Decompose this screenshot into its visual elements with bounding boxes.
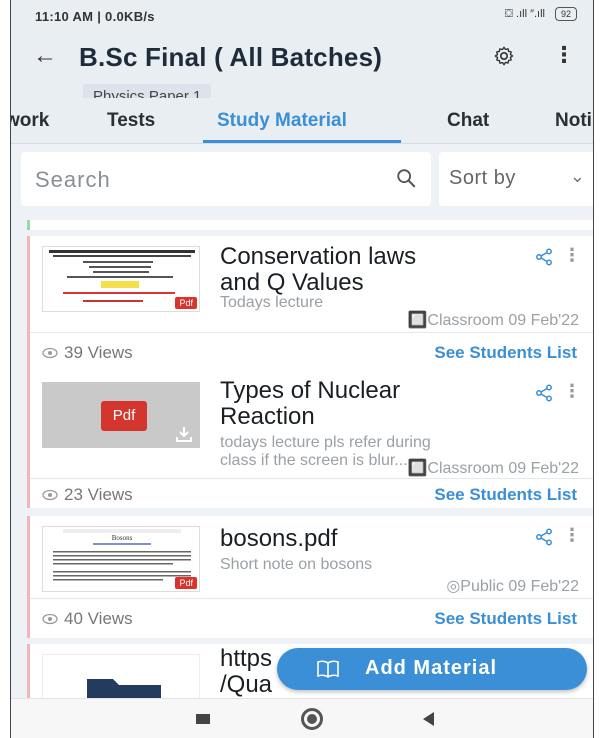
eye-icon (42, 613, 58, 625)
chevron-down-icon: ⌄ (569, 166, 585, 186)
material-list: Pdf Conservation laws and Q Values Today… (11, 220, 593, 714)
material-title-line2[interactable]: and Q Values (220, 270, 364, 296)
add-material-button[interactable]: Add Material (277, 648, 587, 690)
material-title[interactable]: Types of Nuclear (220, 378, 400, 404)
views-label: 39 Views (64, 343, 133, 362)
thumb-heading: Bosons (112, 534, 133, 542)
signal-icon: ⛋ .ıll ″.ıll (504, 7, 545, 20)
add-material-label: Add Material (365, 657, 498, 679)
search-placeholder: Search (35, 167, 111, 192)
share-icon[interactable] (535, 528, 553, 546)
battery-icon: 92 (554, 7, 577, 21)
material-description: Short note on bosons (220, 556, 373, 573)
eye-icon (42, 489, 58, 501)
material-title[interactable]: bosons.pdf (220, 526, 337, 552)
more-options-icon[interactable]: ⋮ (563, 526, 581, 544)
pdf-badge: Pdf (101, 401, 147, 431)
tab-tests[interactable]: Tests (107, 110, 155, 132)
material-description: Todays lecture (220, 294, 324, 311)
see-students-list-link[interactable]: See Students List (434, 609, 577, 629)
download-icon (176, 427, 192, 442)
system-nav-bar (11, 698, 593, 738)
card-footer: 23 Views See Students List (30, 478, 593, 508)
tab-work[interactable]: work (11, 110, 49, 132)
see-students-list-link[interactable]: See Students List (434, 343, 577, 363)
search-row: Search Sort by ⌄ (11, 144, 593, 220)
material-card[interactable]: Pdf Types of Nuclear Reaction todays lec… (27, 372, 593, 508)
material-title-line2[interactable]: Reaction (220, 404, 315, 430)
material-title-line2[interactable]: /Qua (220, 672, 272, 698)
more-options-icon[interactable]: ⋮ (563, 246, 581, 264)
pdf-badge: Pdf (175, 577, 197, 589)
status-time: 11:10 AM | 0.0KB/s (35, 9, 155, 24)
sort-dropdown[interactable]: Sort by ⌄ (439, 152, 593, 206)
status-bar: 11:10 AM | 0.0KB/s ⛋ .ıll ″.ıll 92 (11, 0, 593, 28)
view-count: 39 Views (42, 343, 133, 363)
view-count: 40 Views (42, 609, 133, 629)
pdf-badge: Pdf (175, 297, 197, 309)
back-arrow-icon[interactable]: ← (33, 44, 57, 68)
back-triangle-icon[interactable] (423, 712, 434, 726)
material-meta: 🔲Classroom 09 Feb'22 (407, 460, 580, 477)
material-meta: ◎Public 09 Feb'22 (446, 578, 579, 595)
tab-chat[interactable]: Chat (447, 110, 489, 132)
material-title[interactable]: Conservation laws (220, 244, 416, 270)
status-indicators: ⛋ .ıll ″.ıll 92 (505, 7, 577, 21)
share-icon[interactable] (535, 384, 553, 402)
recent-apps-icon[interactable] (196, 714, 210, 724)
gear-icon[interactable] (493, 45, 515, 67)
active-tab-indicator (203, 140, 401, 143)
eye-icon (42, 347, 58, 359)
search-input[interactable]: Search (21, 152, 431, 206)
tab-bar: work Tests Study Material Chat Noti (11, 98, 593, 144)
views-label: 40 Views (64, 609, 133, 628)
more-options-icon[interactable]: ⋮ (563, 382, 581, 400)
card-footer: 39 Views See Students List (30, 332, 593, 372)
material-description-line2: class if the screen is blur.... (220, 452, 413, 469)
list-item-partial (27, 220, 593, 230)
overflow-menu-icon[interactable]: ⋮ (553, 44, 575, 66)
search-icon[interactable] (395, 167, 417, 189)
material-description: todays lecture pls refer during (220, 434, 431, 451)
material-card[interactable]: Bosons Pdf bosons.pdf Short note on boso… (27, 516, 593, 638)
tab-study-material[interactable]: Study Material (217, 110, 347, 132)
see-students-list-link[interactable]: See Students List (434, 485, 577, 505)
home-icon[interactable] (301, 708, 323, 730)
material-title[interactable]: https (220, 646, 272, 672)
material-meta: 🔲Classroom 09 Feb'22 (407, 312, 580, 329)
page-title: B.Sc Final ( All Batches) (79, 42, 383, 72)
app-frame: 11:10 AM | 0.0KB/s ⛋ .ıll ″.ıll 92 ← B.S… (10, 0, 594, 738)
pdf-thumbnail: Pdf (42, 382, 200, 448)
view-count: 23 Views (42, 485, 133, 505)
pdf-thumbnail: Bosons Pdf (42, 526, 200, 592)
pdf-thumbnail: Pdf (42, 246, 200, 312)
material-card[interactable]: Pdf Conservation laws and Q Values Today… (27, 236, 593, 372)
tab-notifications[interactable]: Noti (555, 110, 592, 132)
card-footer: 40 Views See Students List (30, 598, 593, 638)
book-icon (317, 660, 339, 678)
views-label: 23 Views (64, 485, 133, 504)
share-icon[interactable] (535, 248, 553, 266)
sort-label: Sort by (449, 167, 516, 189)
